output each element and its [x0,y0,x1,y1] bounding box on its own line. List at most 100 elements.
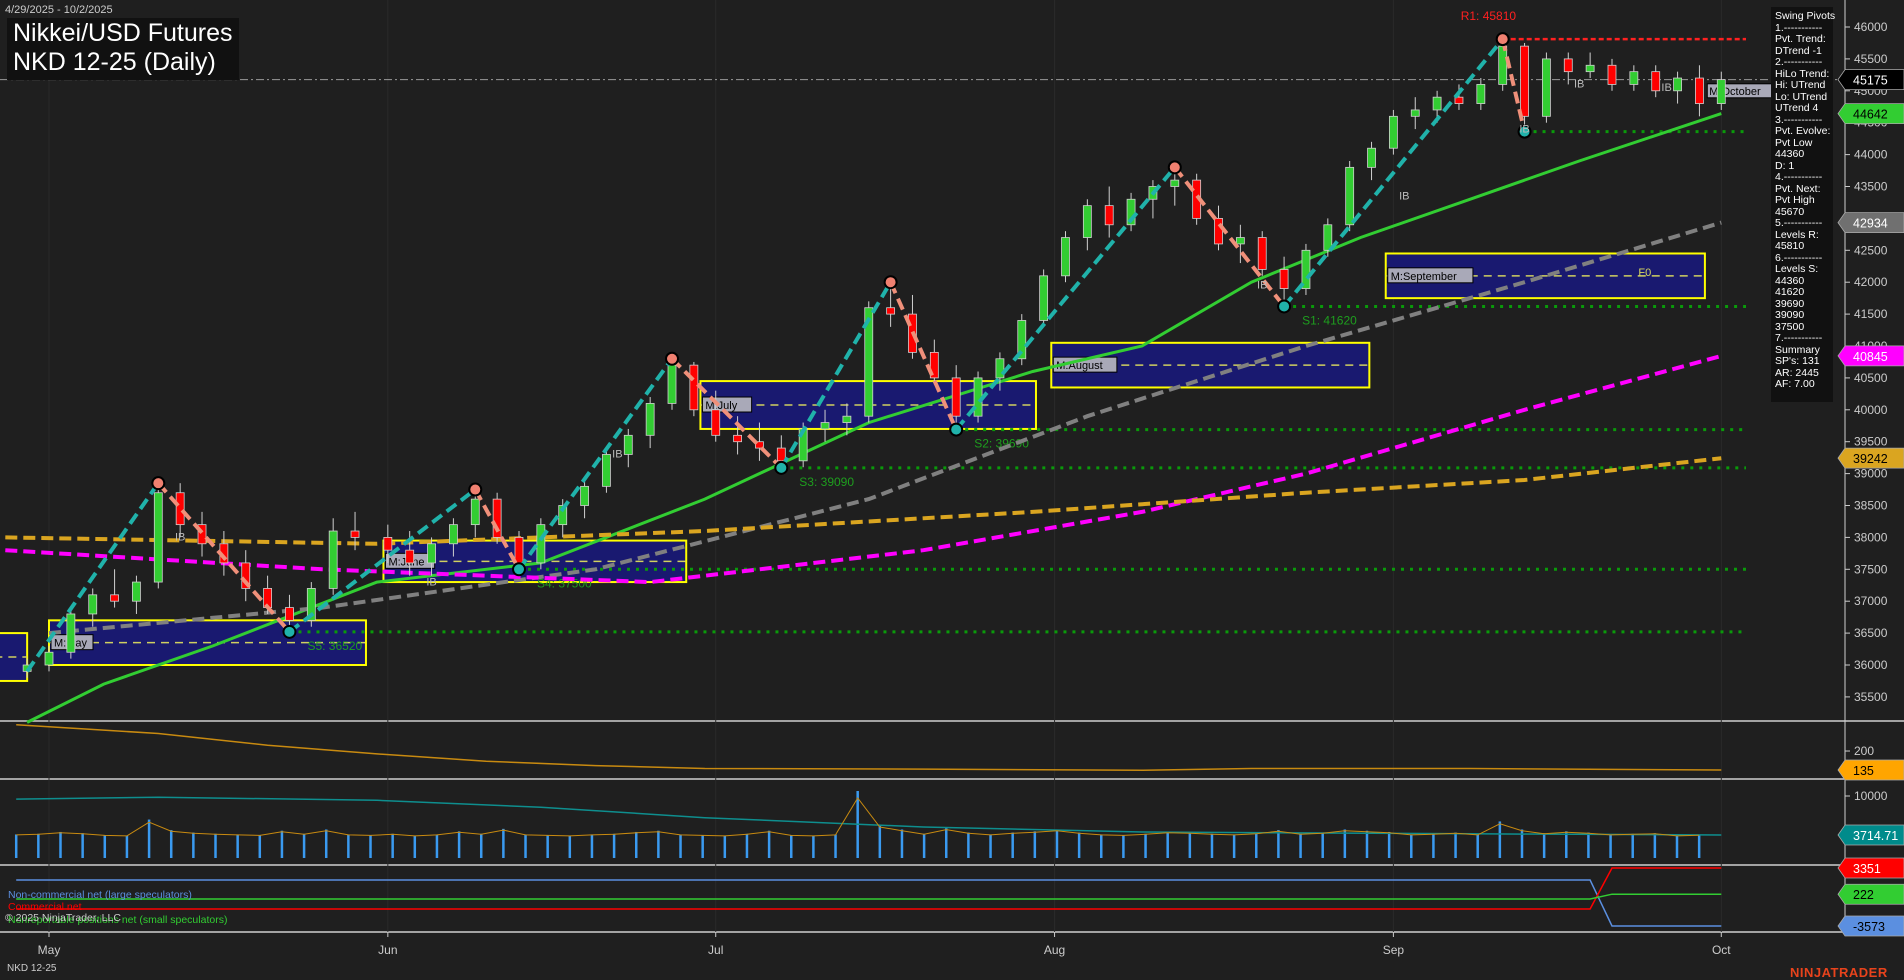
candle [1127,193,1135,231]
candle [1040,269,1048,326]
candle-body [602,454,610,486]
oscillator-line [16,725,1721,771]
candle [1695,65,1703,116]
info-line: 4.----------- [1775,172,1833,184]
bar-annotation: F0 [1638,267,1651,279]
candle-body [1674,78,1682,91]
candle-body [1040,276,1048,321]
candle [132,576,140,614]
candle-body [384,537,392,550]
swing-up-leg [781,282,890,468]
resistance-label: R1: 45810 [1461,9,1517,23]
candle [690,362,698,416]
candle-body [285,608,293,621]
swing-high-marker [885,276,897,288]
candle [1652,65,1660,97]
bar-annotation: IB [175,532,185,544]
price-marker-text: 39242 [1853,452,1888,466]
support-label: S1: 41620 [1302,313,1357,327]
info-line: SP's: 131 [1775,356,1833,368]
price-tick-label: 40000 [1854,403,1888,417]
candle-body [111,595,119,601]
candle-body [176,493,184,525]
month-label: Sep [1383,943,1405,957]
candle-body [1083,206,1091,238]
volume-value-text: 3714.71 [1853,829,1898,843]
info-line: Pvt. Evolve: [1775,126,1833,138]
swing-down-leg [158,483,289,632]
candle-body [1564,59,1572,72]
candle-body [1586,65,1594,71]
cot-line [16,894,1721,899]
info-line: 44360 [1775,149,1833,161]
candle [1149,180,1157,218]
candle-body [1521,46,1529,116]
candle [1630,65,1638,91]
bar-annotation: IB [1399,190,1409,202]
candle-body [1717,80,1725,104]
candle [537,518,545,569]
candle [1083,199,1091,250]
candle [67,608,75,659]
candle-body [132,582,140,601]
candle-body [1652,72,1660,91]
price-tick-label: 45500 [1854,52,1888,66]
candle-body [471,499,479,525]
price-tick-label: 39500 [1854,435,1888,449]
candle [1542,53,1550,123]
info-line: Pvt. Trend: [1775,34,1833,46]
price-tick-label: 46000 [1854,20,1888,34]
candle [1280,257,1288,307]
price-tick-label: 35500 [1854,690,1888,704]
month-label: Jul [708,943,723,957]
price-tick-label: 42000 [1854,275,1888,289]
price-tick-label: 39000 [1854,467,1888,481]
bar-annotation: IB [1661,82,1671,94]
candle-body [1477,84,1485,103]
price-tick-label: 36000 [1854,658,1888,672]
candle-body [515,537,523,563]
candle-body [1061,238,1069,276]
bar-annotation: IB [426,576,436,588]
swing-high-marker [666,353,678,365]
volume-average-line [16,797,1721,835]
swing-low-marker [775,462,787,474]
candle [1586,53,1594,79]
candle [1368,142,1376,180]
candle [493,493,501,544]
candle [581,480,589,518]
candle-body [1411,110,1419,116]
candle-body [1695,78,1703,104]
candle [1477,78,1485,110]
symbol-label: NKD 12-25 [7,963,56,974]
candle [1717,72,1725,110]
candle [602,448,610,493]
candle-body [952,378,960,416]
candle-body [1608,65,1616,84]
candle [1258,231,1266,276]
price-tick-label: 38500 [1854,499,1888,513]
candle-body [624,435,632,454]
candle-body [843,416,851,422]
info-line: 7.----------- [1775,333,1833,345]
price-marker-text: 45175 [1853,74,1888,88]
candle-body [821,423,829,429]
price-marker-text: 42934 [1853,217,1888,231]
price-tick-label: 36500 [1854,626,1888,640]
cot-value-text: -3573 [1853,920,1885,934]
candle [111,569,119,607]
chart-title: Nikkei/USD Futures NKD 12-25 (Daily) [7,18,239,80]
price-marker: 45175 [1838,70,1904,90]
info-line: 5.----------- [1775,218,1833,230]
price-marker-text: 40845 [1853,350,1888,364]
candle [1411,97,1419,129]
candle [1674,72,1682,104]
candle [646,397,654,448]
contract-period: NKD 12-25 (Daily) [13,48,233,77]
chart-canvas[interactable]: 3550036000365003700037500380003850039000… [0,0,1904,979]
cot-value: 3351 [1838,858,1904,878]
info-line: AF: 7.00 [1775,379,1833,391]
candle [1608,59,1616,91]
swing-down-leg [1175,167,1284,306]
candle [668,359,676,410]
